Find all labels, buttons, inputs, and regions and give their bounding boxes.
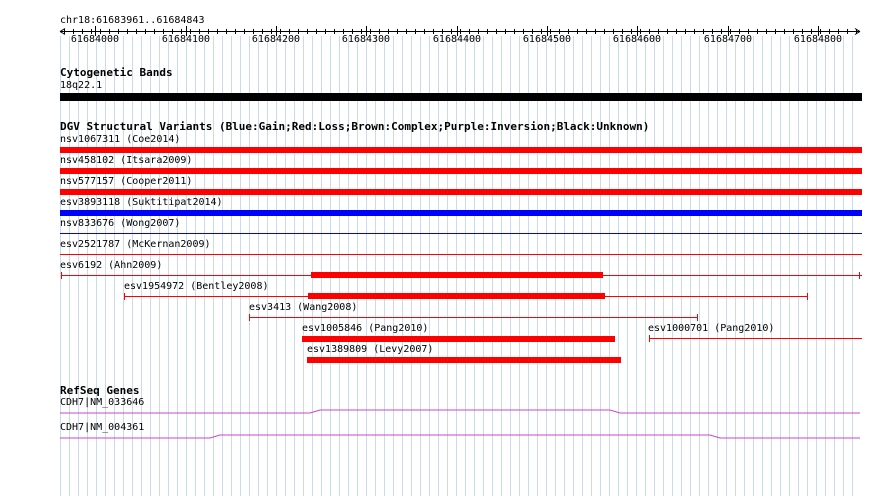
variant-bar	[60, 210, 862, 216]
region-label: chr18:61683961..61684843	[60, 15, 205, 26]
variant-label[interactable]: nsv577157 (Cooper2011)	[60, 176, 192, 188]
variant-bar	[302, 336, 615, 342]
cytoband-bar	[60, 93, 862, 101]
variant-bar	[60, 189, 862, 195]
ruler-tick-label: 61684100	[161, 34, 211, 45]
gene-label[interactable]: CDH7|NM_033646	[60, 397, 144, 409]
ruler-tick-label: 61684200	[251, 34, 301, 45]
variant-label[interactable]: esv6192 (Ahn2009)	[60, 260, 162, 272]
cytoband-label: 18q22.1	[60, 80, 103, 91]
ruler-tick-label: 61684800	[793, 34, 843, 45]
ruler-tick-label: 61684400	[432, 34, 482, 45]
genome-browser-view: chr18:61683961..61684843 61684000 6168410…	[0, 0, 890, 496]
gene-label[interactable]: CDH7|NM_004361	[60, 422, 144, 434]
variant-bar	[311, 272, 603, 278]
ruler-tick-label: 61684000	[70, 34, 120, 45]
variant-bar	[307, 357, 621, 363]
variant-label[interactable]: esv1005846 (Pang2010)	[302, 323, 428, 335]
variant-label[interactable]: esv1000701 (Pang2010)	[648, 323, 774, 335]
variant-label[interactable]: esv3413 (Wang2008)	[249, 302, 357, 314]
variant-label[interactable]: esv2521787 (McKernan2009)	[60, 239, 211, 251]
variant-bar	[308, 293, 605, 299]
variant-label[interactable]: esv3893118 (Suktitipat2014)	[60, 197, 223, 209]
ruler-tick-label: 61684300	[341, 34, 391, 45]
ruler-tick-label: 61684600	[612, 34, 662, 45]
ruler-tick-label: 61684700	[703, 34, 753, 45]
gene-line	[60, 434, 860, 439]
variant-label[interactable]: nsv833676 (Wong2007)	[60, 218, 180, 230]
dgv-title: DGV Structural Variants (Blue:Gain;Red:L…	[60, 120, 650, 133]
gene-line	[60, 409, 860, 414]
variant-label[interactable]: esv1954972 (Bentley2008)	[124, 281, 269, 293]
variant-bar	[60, 168, 862, 174]
variant-label[interactable]: nsv458102 (Itsara2009)	[60, 155, 192, 167]
ruler-tick-label: 61684500	[522, 34, 572, 45]
refseq-title: RefSeq Genes	[60, 384, 140, 397]
variant-bar	[60, 147, 862, 153]
variant-label[interactable]: nsv1067311 (Coe2014)	[60, 134, 180, 146]
variant-label[interactable]: esv1389809 (Levy2007)	[307, 344, 433, 356]
cytogenetic-bands-title: Cytogenetic Bands	[60, 66, 173, 79]
